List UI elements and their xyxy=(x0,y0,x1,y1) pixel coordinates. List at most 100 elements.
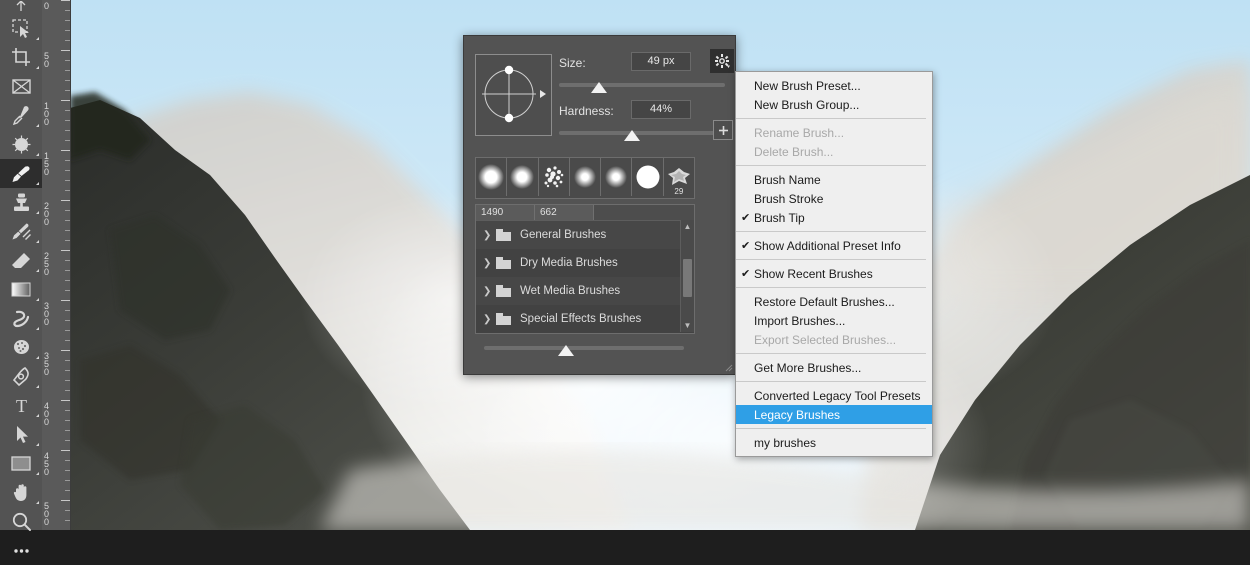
menu-item[interactable]: Restore Default Brushes... xyxy=(736,292,932,311)
chevron-right-icon[interactable]: ❯ xyxy=(483,258,496,269)
tool-flyout-indicator xyxy=(36,269,39,272)
tool-eraser-tool[interactable] xyxy=(0,246,42,275)
recent-brush-thumbnail[interactable] xyxy=(476,158,508,196)
menu-item[interactable]: Get More Brushes... xyxy=(736,358,932,377)
menu-item-label: Show Additional Preset Info xyxy=(754,238,901,253)
brush-thumbnail-size-handle[interactable] xyxy=(558,345,574,356)
tool-crop-tool[interactable] xyxy=(0,43,42,72)
brush-hardness-value[interactable]: 44% xyxy=(631,100,691,119)
menu-item[interactable]: Brush Name xyxy=(736,170,932,189)
ruler-tick xyxy=(65,220,70,221)
tool-rectangular-marquee-tool[interactable] xyxy=(0,14,42,43)
menu-item-label: Brush Stroke xyxy=(754,191,824,206)
brush-groups-rows[interactable]: ❯ General Brushes ❯ Dry Media Brushes ❯ … xyxy=(476,221,694,333)
tool-flyout-indicator xyxy=(36,211,39,214)
tool-type-tool[interactable]: T xyxy=(0,391,42,420)
brush-hardness-slider[interactable] xyxy=(559,130,725,141)
tool-hand-tool[interactable] xyxy=(0,478,42,507)
plus-icon xyxy=(718,125,728,135)
type-tool-icon: T xyxy=(16,396,27,416)
tool-zoom-tool[interactable] xyxy=(0,507,42,536)
tools-panel[interactable]: T xyxy=(0,0,43,553)
tool-eyedropper-tool[interactable] xyxy=(0,101,42,130)
tool-flyout-indicator xyxy=(36,385,39,388)
panel-resize-grip[interactable] xyxy=(723,362,733,372)
menu-item[interactable]: ✔ Show Recent Brushes xyxy=(736,264,932,283)
menu-item: Rename Brush... xyxy=(736,123,932,142)
brush-groups-list[interactable]: 1490 662 ❯ General Brushes ❯ Dry Media B… xyxy=(475,204,695,334)
ruler-label: 300 xyxy=(44,301,50,327)
recent-brush-thumbnail[interactable] xyxy=(539,158,570,196)
ruler-tick xyxy=(65,370,70,371)
column-value-1[interactable]: 1490 xyxy=(476,205,535,220)
menu-item[interactable]: Import Brushes... xyxy=(736,311,932,330)
create-new-brush-button[interactable] xyxy=(713,120,733,140)
gradient-tool-icon xyxy=(11,282,31,296)
menu-item[interactable]: ✔ Show Additional Preset Info xyxy=(736,236,932,255)
brush-group-row[interactable]: ❯ Wet Media Brushes xyxy=(476,277,694,305)
tool-history-brush-tool[interactable] xyxy=(0,217,42,246)
brush-group-row[interactable]: ❯ Special Effects Brushes xyxy=(476,305,694,333)
brush-panel-context-menu[interactable]: New Brush Preset... New Brush Group... Ren… xyxy=(735,71,933,457)
tool-clone-stamp-tool[interactable] xyxy=(0,188,42,217)
menu-item[interactable]: New Brush Group... xyxy=(736,95,932,114)
ruler-tick xyxy=(65,160,70,161)
column-empty[interactable] xyxy=(594,205,691,220)
brush-group-label: Dry Media Brushes xyxy=(520,257,618,269)
tool-gradient-tool[interactable] xyxy=(0,275,42,304)
brush-panel-menu-button[interactable] xyxy=(710,49,734,73)
menu-item[interactable]: my brushes xyxy=(736,433,932,452)
brush-size-slider[interactable] xyxy=(559,82,725,93)
scroll-up-icon[interactable]: ▲ xyxy=(681,220,694,233)
tool-path-selection-tool[interactable] xyxy=(0,420,42,449)
menu-item-label: Rename Brush... xyxy=(754,125,845,140)
chevron-right-icon[interactable]: ❯ xyxy=(483,230,496,241)
menu-item[interactable]: New Brush Preset... xyxy=(736,76,932,95)
tool-frame-tool[interactable] xyxy=(0,72,42,101)
recent-brush-thumbnail[interactable] xyxy=(570,158,602,196)
tool-blur-tool[interactable] xyxy=(0,304,42,333)
recent-brush-thumbnail[interactable] xyxy=(507,158,539,196)
tool-dodge-tool[interactable] xyxy=(0,333,42,362)
recent-brush-thumbnail[interactable] xyxy=(632,158,664,196)
brush-preset-picker-panel[interactable]: Size: 49 px Hardness: 44% 29 1490 662 ❯ … xyxy=(463,35,736,375)
brush-angle-roundness-control[interactable] xyxy=(475,54,552,136)
menu-item[interactable]: Converted Legacy Tool Presets xyxy=(736,386,932,405)
tool-move-tool[interactable] xyxy=(0,0,42,14)
frame-tool-icon xyxy=(11,79,31,94)
column-value-2[interactable]: 662 xyxy=(535,205,594,220)
edit-toolbar-button[interactable] xyxy=(0,536,42,565)
spatter-brush-icon xyxy=(544,166,564,188)
move-tool-icon xyxy=(16,1,26,11)
tool-rectangle-tool[interactable] xyxy=(0,449,42,478)
scroll-down-icon[interactable]: ▼ xyxy=(681,319,694,332)
menu-item-label: Restore Default Brushes... xyxy=(754,294,895,309)
chevron-right-icon[interactable]: ❯ xyxy=(483,286,496,297)
recent-brush-thumbnail[interactable] xyxy=(601,158,633,196)
soft-round-brush-icon xyxy=(573,166,596,188)
ruler-tick xyxy=(65,120,70,121)
brush-list-scrollbar[interactable]: ▲ ▼ xyxy=(680,220,694,332)
brush-hardness-slider-handle[interactable] xyxy=(624,130,641,141)
brush-thumbnail-size-slider[interactable] xyxy=(484,345,684,356)
brush-size-slider-handle[interactable] xyxy=(590,82,607,93)
brush-group-row[interactable]: ❯ Dry Media Brushes xyxy=(476,249,694,277)
menu-item[interactable]: Legacy Brushes xyxy=(736,405,932,424)
brush-size-value[interactable]: 49 px xyxy=(631,52,691,71)
path-selection-tool-icon xyxy=(16,426,28,443)
chevron-right-icon[interactable]: ❯ xyxy=(483,314,496,325)
ruler-tick xyxy=(61,500,70,501)
tool-pen-tool[interactable] xyxy=(0,362,42,391)
recent-brushes-strip[interactable]: 29 xyxy=(475,157,695,199)
tool-brush-tool[interactable] xyxy=(0,159,42,188)
brush-group-label: Wet Media Brushes xyxy=(520,285,621,297)
ruler-tick xyxy=(65,490,70,491)
recent-brush-thumbnail[interactable]: 29 xyxy=(664,158,694,196)
list-column-header[interactable]: 1490 662 xyxy=(476,205,694,221)
brush-group-row[interactable]: ❯ General Brushes xyxy=(476,221,694,249)
scrollbar-thumb[interactable] xyxy=(683,259,692,298)
menu-separator xyxy=(736,353,926,354)
menu-item[interactable]: Brush Stroke xyxy=(736,189,932,208)
tool-spot-healing-brush-tool[interactable] xyxy=(0,130,42,159)
menu-item[interactable]: ✔ Brush Tip xyxy=(736,208,932,227)
